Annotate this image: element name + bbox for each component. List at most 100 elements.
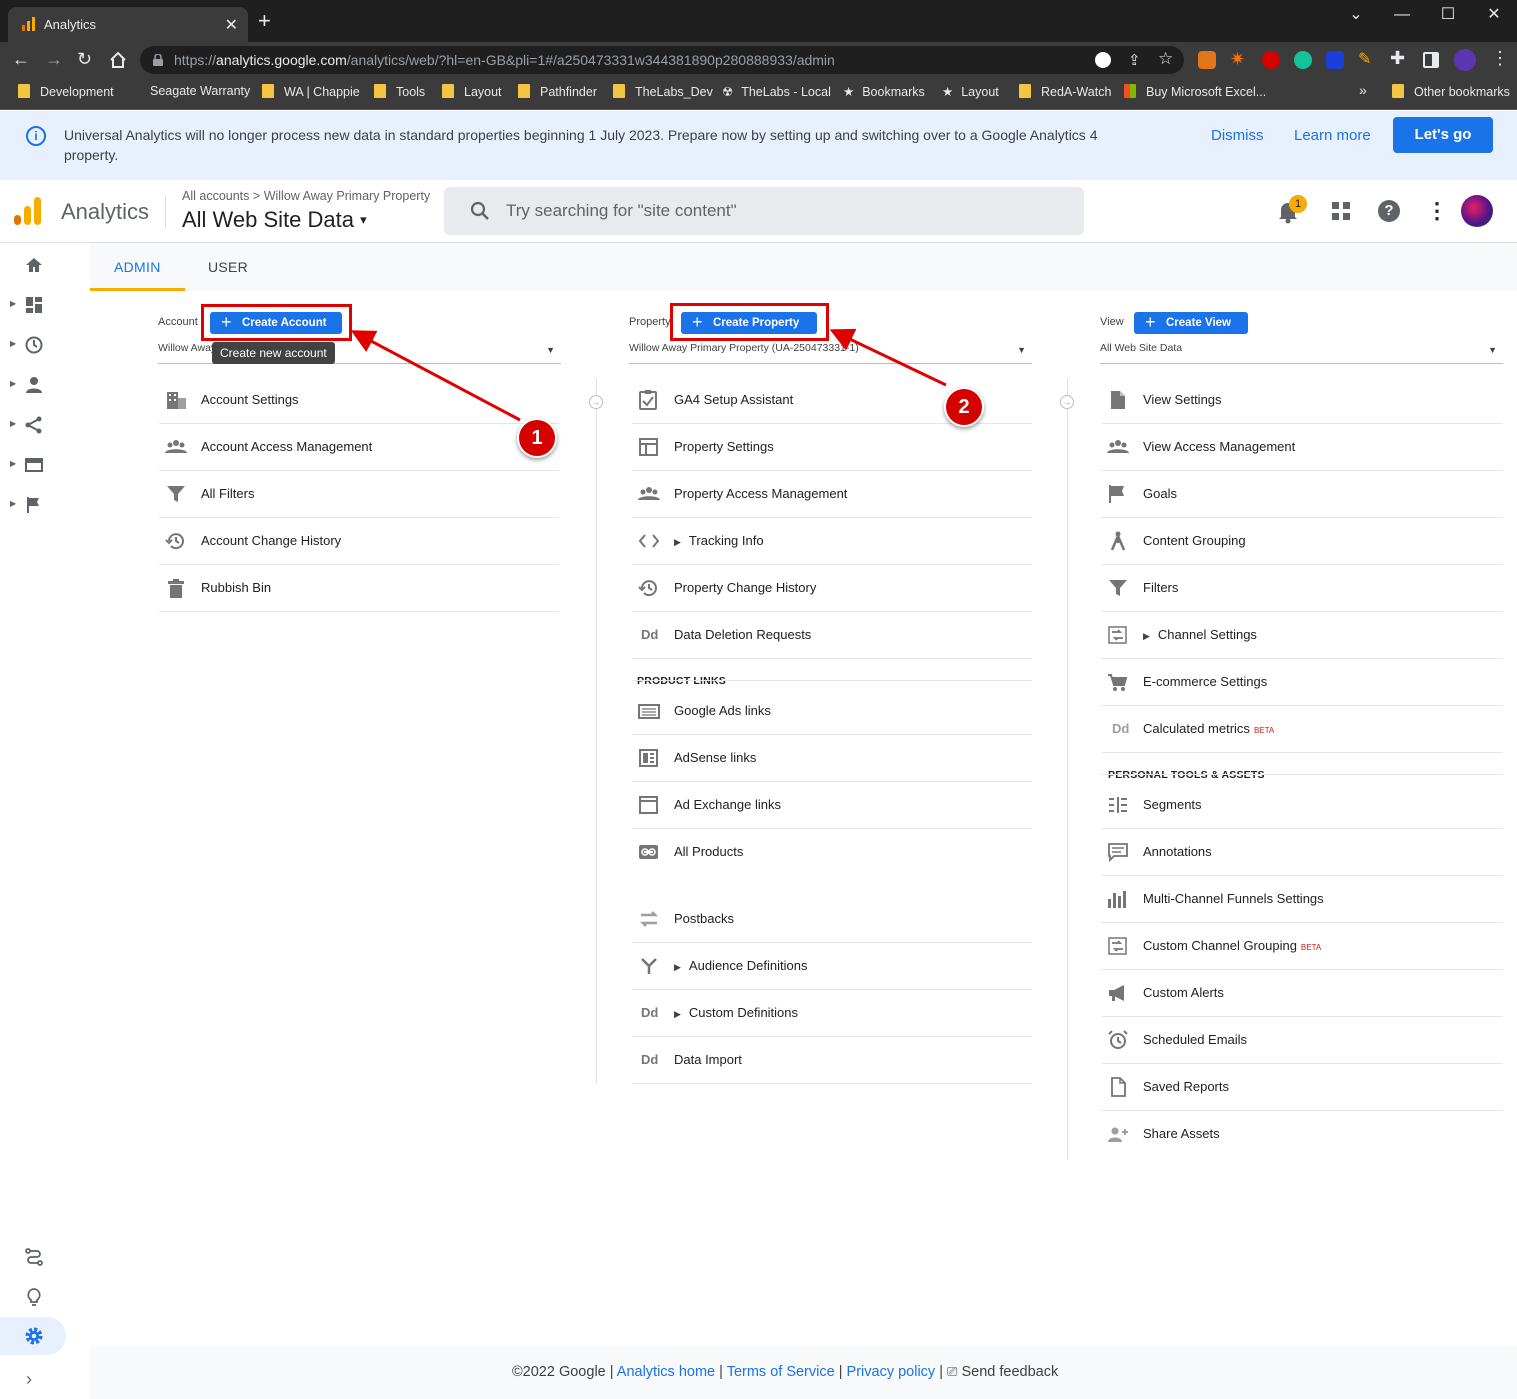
- learn-more-link[interactable]: Learn more: [1294, 127, 1371, 144]
- bookmark-reda-watch[interactable]: RedA-Watch: [1019, 84, 1111, 99]
- back-icon[interactable]: ←: [12, 50, 30, 68]
- adsense-links-item[interactable]: AdSense links: [632, 735, 1032, 782]
- bookmark-thelabs-local[interactable]: ☢ TheLabs - Local: [722, 84, 831, 99]
- extension-burst-icon[interactable]: ✷: [1230, 49, 1245, 70]
- bookmarks-overflow-icon[interactable]: »: [1359, 82, 1367, 98]
- segments-item[interactable]: Segments: [1101, 782, 1503, 829]
- tab-admin[interactable]: ADMIN: [114, 259, 161, 275]
- account-change-history-item[interactable]: Account Change History: [159, 518, 559, 565]
- extension-person-icon[interactable]: ✎: [1358, 49, 1371, 69]
- extension-shield-icon[interactable]: [1326, 51, 1344, 69]
- home-nav-icon[interactable]: [24, 255, 44, 275]
- bookmark-layout[interactable]: Layout: [442, 84, 502, 99]
- content-grouping-item[interactable]: Content Grouping: [1101, 518, 1503, 565]
- minimize-icon[interactable]: —: [1382, 6, 1422, 24]
- calculated-metrics-item[interactable]: Dd Calculated metrics BETA: [1101, 706, 1503, 753]
- browser-tab[interactable]: Analytics ✕: [8, 7, 248, 42]
- expand-triangle-icon[interactable]: ▶: [674, 1009, 681, 1019]
- bookmark-layout-2[interactable]: ★ Layout: [942, 84, 999, 99]
- bookmark-thelabs-dev[interactable]: TheLabs_Dev: [613, 84, 713, 99]
- conversions-flag-icon[interactable]: [24, 495, 44, 515]
- apps-grid-icon[interactable]: [1331, 201, 1351, 221]
- new-tab-button[interactable]: +: [258, 10, 271, 32]
- puzzle-extensions-icon[interactable]: ✚: [1390, 48, 1405, 69]
- share-assets-item[interactable]: Share Assets: [1101, 1111, 1503, 1158]
- audience-definitions-item[interactable]: ▶ Audience Definitions: [632, 943, 1032, 990]
- bookmark-development[interactable]: Development: [18, 84, 114, 99]
- share-icon[interactable]: ⇪: [1128, 51, 1141, 69]
- view-selector[interactable]: All Web Site Data ▼: [1100, 342, 1503, 364]
- terms-of-service-link[interactable]: Terms of Service: [727, 1364, 835, 1380]
- metamask-extension-icon[interactable]: [1198, 51, 1216, 69]
- customization-dashboard-icon[interactable]: [24, 295, 44, 315]
- app-name[interactable]: Analytics: [61, 199, 149, 225]
- channel-settings-item[interactable]: ▶ Channel Settings: [1101, 612, 1503, 659]
- expand-caret-icon[interactable]: ▶: [10, 379, 16, 388]
- send-feedback-button[interactable]: ⎚ Send feedback: [947, 1364, 1058, 1380]
- view-settings-item[interactable]: View Settings: [1101, 377, 1503, 424]
- acquisition-icon[interactable]: [24, 415, 44, 435]
- create-view-button[interactable]: + Create View: [1134, 312, 1248, 334]
- expand-caret-icon[interactable]: ▶: [10, 459, 16, 468]
- property-change-history-item[interactable]: Property Change History: [632, 565, 1032, 612]
- close-tab-icon[interactable]: ✕: [225, 15, 238, 35]
- property-settings-item[interactable]: Property Settings: [632, 424, 1032, 471]
- expand-triangle-icon[interactable]: ▶: [674, 537, 681, 547]
- address-bar[interactable]: https://analytics.google.com/analytics/w…: [140, 46, 1184, 74]
- postbacks-item[interactable]: Postbacks: [632, 896, 1032, 943]
- all-products-item[interactable]: All Products: [632, 829, 1032, 876]
- chevron-down-icon[interactable]: ⌄: [1336, 4, 1376, 24]
- view-filters-item[interactable]: Filters: [1101, 565, 1503, 612]
- privacy-policy-link[interactable]: Privacy policy: [847, 1364, 936, 1380]
- multi-channel-funnels-settings-item[interactable]: Multi-Channel Funnels Settings: [1101, 876, 1503, 923]
- expand-caret-icon[interactable]: ▶: [10, 299, 16, 308]
- forward-icon[interactable]: →: [45, 50, 63, 68]
- view-access-management-item[interactable]: View Access Management: [1101, 424, 1503, 471]
- maximize-icon[interactable]: ☐: [1428, 4, 1468, 24]
- audience-person-icon[interactable]: [24, 375, 44, 395]
- admin-nav-item[interactable]: [0, 1317, 66, 1355]
- grammarly-extension-icon[interactable]: [1294, 51, 1312, 69]
- expand-triangle-icon[interactable]: ▶: [674, 962, 681, 972]
- tab-user[interactable]: USER: [208, 259, 248, 275]
- ad-exchange-links-item[interactable]: Ad Exchange links: [632, 782, 1032, 829]
- data-deletion-requests-item[interactable]: Dd Data Deletion Requests: [632, 612, 1032, 659]
- home-icon[interactable]: [109, 51, 127, 69]
- realtime-clock-icon[interactable]: [24, 335, 44, 355]
- more-options-icon[interactable]: ⋮: [1426, 198, 1448, 224]
- reload-icon[interactable]: ↻: [77, 50, 92, 68]
- custom-definitions-item[interactable]: Dd ▶ Custom Definitions: [632, 990, 1032, 1037]
- bookmark-seagate-warranty[interactable]: Seagate Warranty: [150, 84, 250, 98]
- all-filters-item[interactable]: All Filters: [159, 471, 559, 518]
- scheduled-emails-item[interactable]: Scheduled Emails: [1101, 1017, 1503, 1064]
- bookmark-buy-microsoft-excel[interactable]: Buy Microsoft Excel...: [1124, 84, 1266, 99]
- bookmark-star-icon[interactable]: ☆: [1158, 49, 1173, 69]
- side-panel-icon[interactable]: [1423, 52, 1439, 68]
- property-access-management-item[interactable]: Property Access Management: [632, 471, 1032, 518]
- expand-caret-icon[interactable]: ▶: [10, 419, 16, 428]
- search-box[interactable]: [444, 187, 1084, 235]
- bookmark-other-bookmarks[interactable]: Other bookmarks: [1392, 84, 1510, 99]
- expand-caret-icon[interactable]: ▶: [10, 339, 16, 348]
- custom-alerts-item[interactable]: Custom Alerts: [1101, 970, 1503, 1017]
- google-ads-links-item[interactable]: Google Ads links: [632, 688, 1032, 735]
- expand-triangle-icon[interactable]: ▶: [1143, 631, 1150, 641]
- analytics-logo-icon[interactable]: [14, 197, 42, 225]
- view-selector[interactable]: All Web Site Data ▾: [182, 207, 367, 233]
- help-icon[interactable]: ?: [1378, 200, 1400, 222]
- saved-reports-item[interactable]: Saved Reports: [1101, 1064, 1503, 1111]
- behavior-icon[interactable]: [24, 455, 44, 475]
- bookmark-pathfinder[interactable]: Pathfinder: [518, 84, 597, 99]
- google-lens-icon[interactable]: [1095, 52, 1111, 68]
- profile-avatar-icon[interactable]: [1454, 49, 1476, 71]
- tracking-info-item[interactable]: ▶ Tracking Info: [632, 518, 1032, 565]
- ecommerce-settings-item[interactable]: E-commerce Settings: [1101, 659, 1503, 706]
- analytics-home-link[interactable]: Analytics home: [617, 1364, 715, 1380]
- close-window-icon[interactable]: ✕: [1474, 4, 1514, 24]
- custom-channel-grouping-item[interactable]: Custom Channel Grouping BETA: [1101, 923, 1503, 970]
- expand-caret-icon[interactable]: ▶: [10, 499, 16, 508]
- collapse-nav-chevron-icon[interactable]: ›: [26, 1369, 32, 1390]
- adblock-extension-icon[interactable]: [1262, 51, 1280, 69]
- search-input[interactable]: [506, 199, 1066, 223]
- property-selector[interactable]: Willow Away Primary Property (UA-2504733…: [629, 342, 1032, 364]
